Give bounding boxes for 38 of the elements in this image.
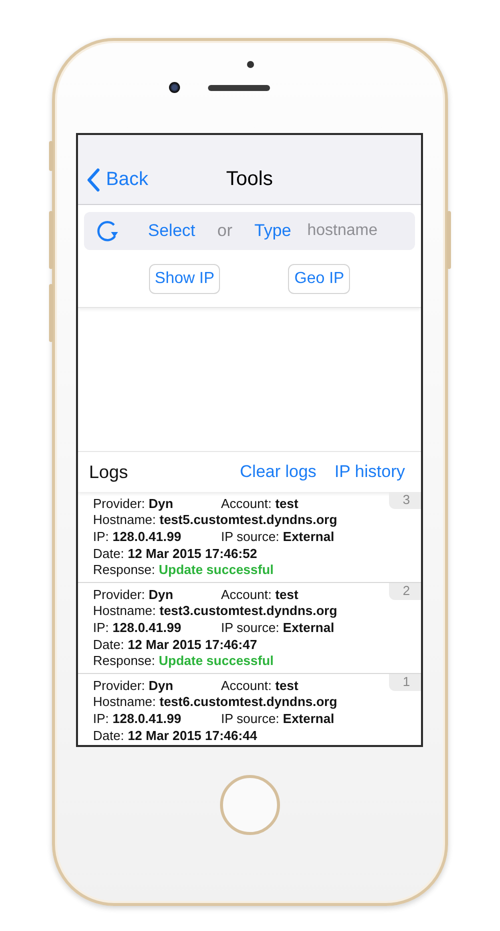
log-field: IP source: External: [221, 528, 334, 544]
log-field: Provider: Dyn: [93, 678, 221, 693]
log-field: IP source: External: [221, 620, 334, 635]
hostname-field[interactable]: hostname: [307, 222, 408, 240]
log-field: Hostname: test3.customtest.dyndns.org: [93, 603, 338, 618]
log-field: Provider: Dyn: [93, 586, 221, 602]
log-field: Hostname: test6.customtest.dyndns.org: [93, 694, 338, 710]
log-field: IP source: External: [221, 710, 334, 726]
log-field: IP: 128.0.41.99: [93, 710, 221, 726]
log-field: IP: 128.0.41.99: [93, 620, 221, 635]
section-title: Logs: [89, 462, 128, 482]
log-field: Hostname: test5.customtest.dyndns.org: [93, 512, 338, 528]
chevron-left-icon: [86, 168, 100, 192]
log-field: Provider: Dyn: [93, 496, 221, 511]
log-field: Account: test: [221, 496, 298, 511]
action-button[interactable]: Geo IP: [288, 264, 350, 294]
entry-number: 1: [389, 674, 421, 691]
header-link[interactable]: Clear logs: [240, 462, 316, 482]
back-button[interactable]: Back: [78, 168, 148, 192]
type-link[interactable]: Type: [254, 221, 292, 241]
log-field: Date: 12 Mar 2015 17:46:44: [93, 728, 258, 743]
camera-icon: [168, 82, 180, 93]
log-field: Account: test: [221, 586, 298, 602]
select-link[interactable]: Select: [148, 221, 196, 241]
speaker-grille: [208, 84, 270, 90]
or-text: or: [217, 221, 232, 241]
screen-title: Tools: [226, 168, 273, 191]
log-response: Response: Update successful: [93, 562, 274, 578]
log-field: Date: 12 Mar 2015 17:46:47: [93, 636, 258, 652]
header-link[interactable]: IP history: [334, 462, 405, 482]
sensor-dot: [246, 61, 254, 68]
log-field: Date: 12 Mar 2015 17:46:52: [93, 546, 258, 561]
entry-number: 3: [389, 492, 421, 509]
log-field: IP: 128.0.41.99: [93, 528, 221, 544]
log-field: Account: test: [221, 678, 298, 693]
entry-number: 2: [389, 582, 421, 600]
action-button[interactable]: Show IP: [148, 264, 220, 294]
log-response: Response: Update successful: [93, 653, 274, 668]
